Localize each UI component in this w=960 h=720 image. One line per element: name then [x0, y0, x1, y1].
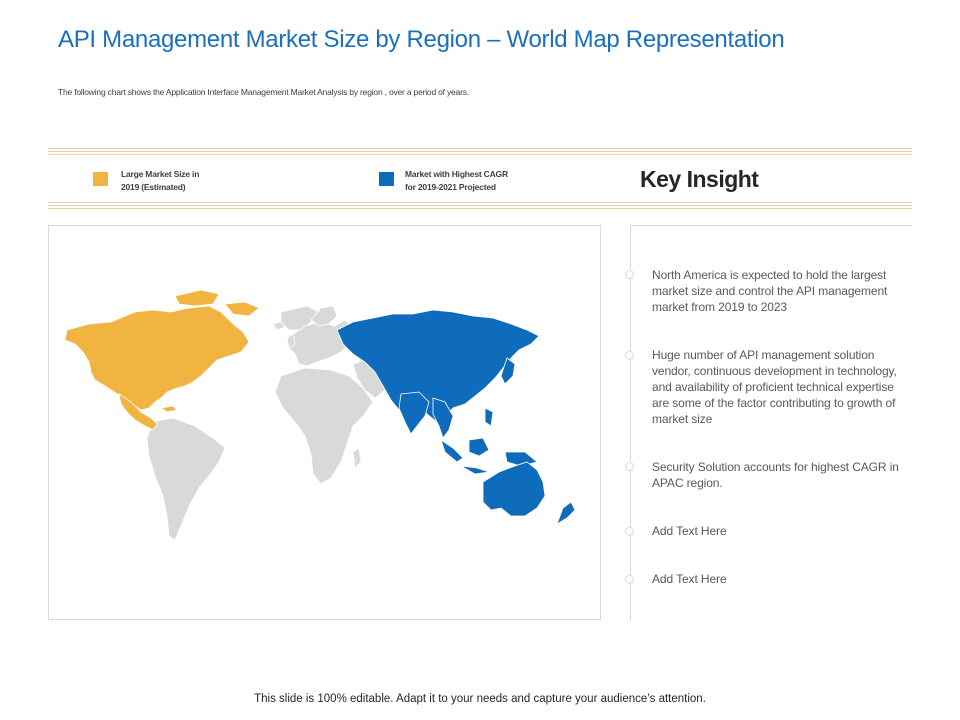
- insight-bullet-2: [625, 351, 634, 360]
- map-arctic-islands: [174, 289, 220, 307]
- legend-label-highest-cagr-line1: Market with Highest CAGR: [405, 169, 508, 179]
- map-java: [460, 465, 490, 475]
- footer-note: This slide is 100% editable. Adapt it to…: [254, 693, 706, 705]
- legend-label-large-market-line1: Large Market Size in: [121, 169, 200, 179]
- band-top-line-1: [48, 148, 912, 149]
- insight-bullet-4: [625, 527, 634, 536]
- map-philippines: [484, 407, 494, 427]
- band-bottom-line-2: [48, 205, 912, 206]
- insight-text-1: North America is expected to hold the la…: [652, 268, 888, 314]
- map-new-zealand: [556, 501, 576, 525]
- legend-label-large-market: Large Market Size in 2019 (Estimated): [121, 168, 199, 194]
- map-caribbean: [159, 405, 178, 413]
- insight-bullet-5: [625, 575, 634, 584]
- map-africa: [274, 367, 374, 485]
- key-insight-heading: Key Insight: [640, 166, 759, 192]
- map-north-america: [64, 305, 250, 411]
- insight-bullet-1: [625, 270, 634, 279]
- insights-top-border: [630, 225, 912, 226]
- slide-subtitle: The following chart shows the Applicatio…: [58, 87, 469, 97]
- insight-text-3: Security Solution accounts for highest C…: [652, 460, 899, 490]
- legend-label-large-market-line2: 2019 (Estimated): [121, 182, 186, 192]
- world-map-panel: [48, 225, 601, 620]
- map-scandinavia: [310, 305, 338, 327]
- map-baffin: [224, 301, 260, 317]
- insight-text-5: Add Text Here: [652, 572, 727, 586]
- band-bottom-line-3: [48, 208, 912, 209]
- legend-label-highest-cagr: Market with Highest CAGR for 2019-2021 P…: [405, 168, 508, 194]
- slide-title: API Management Market Size by Region – W…: [58, 26, 785, 53]
- map-sumatra: [440, 439, 464, 463]
- insight-text-2: Huge number of API management solution v…: [652, 348, 897, 426]
- map-madagascar: [352, 447, 362, 469]
- band-top-line-3: [48, 154, 912, 155]
- map-australia: [482, 461, 546, 517]
- legend-label-highest-cagr-line2: for 2019-2021 Projected: [405, 182, 496, 192]
- world-map: [64, 289, 576, 541]
- legend-swatch-large-market: [93, 172, 108, 186]
- legend-swatch-highest-cagr: [379, 172, 394, 186]
- insight-text-4: Add Text Here: [652, 524, 727, 538]
- map-south-america: [146, 417, 226, 541]
- band-top-line-2: [48, 151, 912, 152]
- insights-timeline-rule: [630, 225, 631, 621]
- insight-bullet-3: [625, 462, 634, 471]
- map-borneo: [468, 437, 490, 457]
- map-india: [398, 391, 430, 435]
- band-bottom-line-1: [48, 202, 912, 203]
